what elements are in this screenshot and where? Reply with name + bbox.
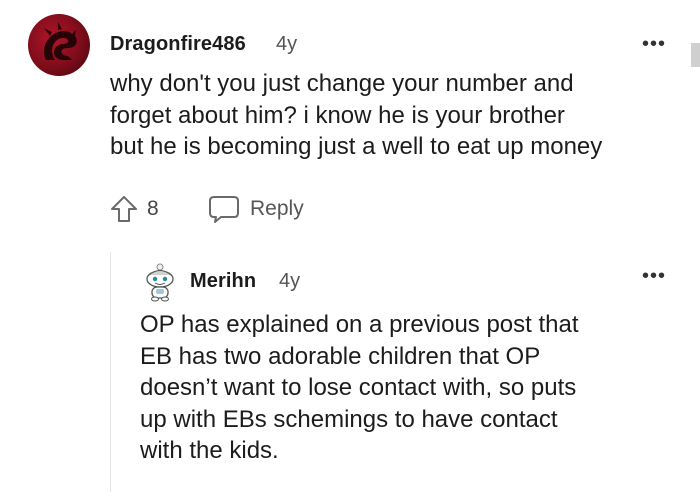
comment-line: but he is becoming just a well to eat up…: [110, 133, 603, 160]
comment-line: why don't you just change your number an…: [110, 70, 574, 97]
comment-thread: Dragonfire486 4y ••• why don't you just …: [0, 0, 700, 493]
upvote-button[interactable]: 8: [109, 194, 159, 224]
comment-line: forget about him? i know he is your brot…: [110, 101, 565, 129]
reply-line: doesn’t want to lose contact with, so pu…: [140, 374, 577, 401]
reply-line: with the kids.: [140, 437, 279, 464]
upvote-arrow-icon: [111, 196, 137, 222]
reply-button[interactable]: Reply: [208, 194, 304, 224]
snoo-avatar[interactable]: [141, 262, 179, 302]
thread-line[interactable]: [110, 252, 111, 492]
dragon-icon: [44, 22, 77, 60]
more-options-icon[interactable]: •••: [640, 34, 668, 54]
reply-username[interactable]: Merihn: [190, 270, 256, 293]
reply-label: Reply: [250, 197, 304, 220]
reply-age: 4y: [279, 270, 301, 292]
reply-line: OP has explained on a previous post that: [140, 311, 579, 338]
comment-age: 4y: [276, 33, 298, 55]
reply-line: up with EBs schemings to have contact: [140, 405, 558, 433]
speech-bubble-icon: [209, 196, 239, 223]
more-options-icon[interactable]: •••: [640, 266, 668, 286]
comment-body: why don't you just change your number an…: [110, 68, 690, 163]
reply-body: OP has explained on a previous post that…: [140, 309, 690, 467]
scrollbar-thumb[interactable]: [691, 43, 700, 67]
dragon-avatar[interactable]: [28, 14, 90, 76]
vote-count: 8: [147, 197, 159, 220]
comment-username[interactable]: Dragonfire486: [110, 33, 246, 56]
reply-line: EB has two adorable children that OP: [140, 342, 541, 370]
snoo-icon: [146, 263, 174, 302]
